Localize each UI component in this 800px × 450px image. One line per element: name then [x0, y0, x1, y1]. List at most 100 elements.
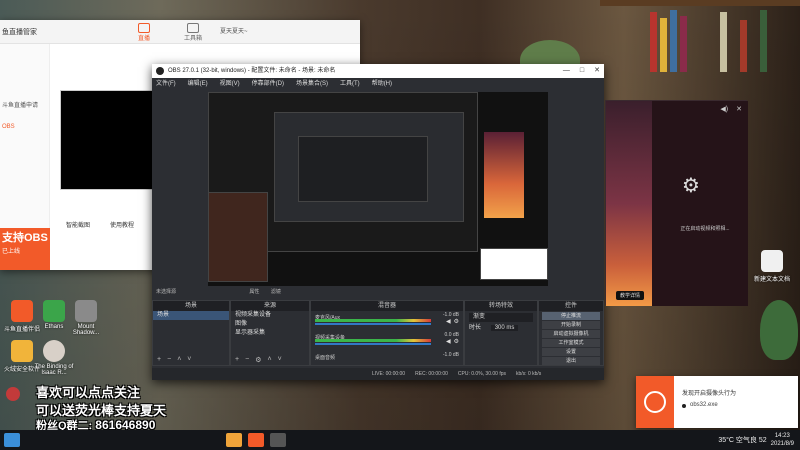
clock[interactable]: 14:23 2021/8/9 [771, 432, 794, 448]
virtual-camera-button[interactable]: 启动虚拟摄像机 [542, 330, 600, 338]
tutorial-button[interactable]: 使用教程 [110, 220, 134, 229]
minimize-icon[interactable]: — [563, 64, 570, 78]
camera-feed [484, 132, 524, 218]
bullet-icon [682, 404, 686, 408]
scenes-dock: 场景 场景 + − ˄ ˅ [152, 300, 230, 366]
menu-view[interactable]: 视图(V) [220, 78, 240, 90]
camera-message: 正在启动视频和照相... [680, 226, 730, 232]
source-item[interactable]: 视频采集设备 [231, 311, 309, 320]
nav-live[interactable]: 直播 [132, 23, 156, 42]
gear-icon[interactable]: ⚙ [454, 338, 459, 345]
duration-label: 时长 [469, 325, 482, 331]
properties-button[interactable]: 属性 [249, 289, 259, 295]
desktop-icon[interactable]: 新建文本文档 [752, 250, 792, 283]
close-icon[interactable]: ✕ [594, 64, 600, 78]
gear-icon[interactable]: ⚙ [454, 318, 459, 325]
time-text: 14:23 [774, 433, 790, 439]
mixer-db: -1.0 dB [442, 352, 459, 358]
weather-text[interactable]: 35°C 空气良 52 [718, 435, 766, 445]
studio-mode-button[interactable]: 工作室模式 [542, 339, 600, 347]
sources-title: 来源 [231, 301, 309, 311]
mixer-channel: 麦克风/Aux -1.0 dB ◀ ⚙ [311, 311, 463, 327]
filters-button[interactable]: 滤镜 [271, 289, 281, 295]
add-icon[interactable]: + [235, 356, 239, 365]
maximize-icon[interactable]: □ [580, 64, 584, 78]
book [660, 18, 667, 72]
side-obs-label[interactable]: OBS [2, 124, 15, 130]
speaker-icon[interactable]: ◀ [446, 318, 451, 325]
gear-icon: ⚙ [682, 175, 700, 197]
sources-dock: 来源 视频采集设备 图像 显示器采集 + − ⚙ ˄ ˅ [230, 300, 310, 366]
douyu-icon[interactable] [248, 433, 264, 447]
app-icon [75, 300, 97, 322]
volume-meter [315, 319, 431, 322]
nav-tools[interactable]: 工具箱 [178, 23, 208, 42]
close-icon[interactable]: ✕ [736, 105, 742, 113]
helper-preview [60, 90, 156, 190]
add-icon[interactable]: + [157, 356, 161, 365]
remove-icon[interactable]: − [245, 356, 249, 365]
gear-icon[interactable]: ⚙ [255, 356, 261, 365]
source-item[interactable]: 图像 [231, 320, 309, 329]
toast-badge [636, 376, 674, 428]
toolbox-icon [187, 23, 199, 33]
speaker-icon[interactable]: ◀) [720, 105, 728, 113]
obs-preview[interactable] [208, 92, 548, 286]
volume-slider[interactable] [315, 343, 431, 345]
duration-input[interactable]: 300 ms [490, 325, 519, 331]
support-obs-banner[interactable]: 支持OBS 已上线 [0, 228, 50, 270]
book [670, 10, 677, 72]
helper-title: 鱼直播管家 [2, 29, 37, 36]
stop-streaming-button[interactable]: 停止推流 [542, 312, 600, 320]
duration-row: 时长 300 ms [465, 324, 537, 333]
camera-app-window[interactable]: ◀) ✕ ⚙ 正在启动视频和照相... 教学详情 [605, 100, 748, 306]
source-item[interactable]: 显示器采集 [231, 329, 309, 338]
mixer-channel: 桌面音频 -1.0 dB [311, 351, 463, 367]
menu-file[interactable]: 文件(F) [156, 78, 176, 90]
obs-title: OBS 27.0.1 (32-bit, windows) - 配置文件: 未命名… [168, 68, 336, 74]
camera-main-panel [652, 101, 748, 306]
toast-file[interactable]: obs32.exe [690, 402, 718, 408]
menu-docks[interactable]: 停靠部件(D) [252, 78, 284, 90]
camera-sunset-panel [606, 101, 652, 306]
camera-alert-toast[interactable]: 发现开启摄像头行为 obs32.exe [636, 376, 798, 428]
desktop-icon[interactable]: The Binding of Isaac R... [34, 340, 74, 376]
camera-detail-button[interactable]: 教学详情 [616, 291, 645, 300]
remove-icon[interactable]: − [167, 356, 171, 365]
side-live-label[interactable]: 斗鱼直播申请 [2, 100, 38, 109]
toast-text: 发现开启摄像头行为 [682, 391, 737, 397]
menu-scene-collection[interactable]: 场景集合(S) [296, 78, 328, 90]
start-recording-button[interactable]: 开始录制 [542, 321, 600, 329]
book [760, 10, 767, 72]
desktop-icon[interactable]: Mount Shadow... [66, 300, 106, 336]
live-time: LIVE: 00:00:00 [372, 371, 406, 377]
transitions-dock: 转场特效 渐变 时长 300 ms [464, 300, 538, 366]
volume-slider[interactable] [315, 323, 431, 325]
scene-item[interactable]: 场景 [153, 311, 229, 320]
transition-select[interactable]: 渐变 [469, 313, 533, 322]
smart-screenshot-button[interactable]: 智能截图 [66, 220, 90, 229]
menu-edit[interactable]: 编辑(E) [188, 78, 208, 90]
up-icon[interactable]: ˄ [267, 356, 271, 365]
speaker-icon[interactable]: ◀ [446, 338, 451, 345]
settings-button[interactable]: 设置 [542, 348, 600, 356]
book [650, 12, 657, 72]
exit-button[interactable]: 退出 [542, 357, 600, 365]
down-icon[interactable]: ˅ [278, 356, 282, 365]
douyu-icon [11, 300, 33, 322]
menu-help[interactable]: 帮助(H) [372, 78, 392, 90]
controls-dock: 控件 停止推流 开始录制 启动虚拟摄像机 工作室模式 设置 退出 [538, 300, 604, 366]
explorer-icon[interactable] [226, 433, 242, 447]
app-icon [43, 300, 65, 322]
no-source-label: 未选择源 [156, 289, 177, 295]
text-file-icon [761, 250, 783, 272]
obs-icon[interactable] [270, 433, 286, 447]
scenes-title: 场景 [153, 301, 229, 311]
obs-window[interactable]: OBS 27.0.1 (32-bit, windows) - 配置文件: 未命名… [152, 64, 604, 380]
menu-tools[interactable]: 工具(T) [340, 78, 360, 90]
start-icon[interactable] [4, 433, 20, 447]
controls-title: 控件 [539, 301, 603, 311]
down-icon[interactable]: ˅ [187, 356, 191, 365]
up-icon[interactable]: ˄ [177, 356, 181, 365]
username[interactable]: 夏天夏天~ [220, 26, 248, 35]
